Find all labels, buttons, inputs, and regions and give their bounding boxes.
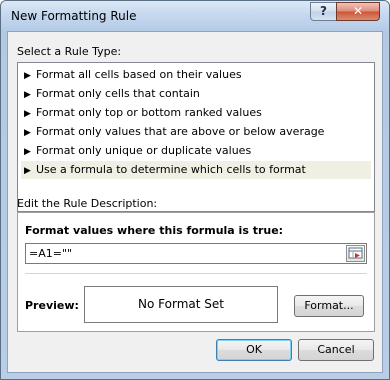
formula-label: Format values where this formula is true…: [25, 224, 284, 237]
rule-type-item[interactable]: ▶ Format all cells based on their values: [21, 66, 371, 84]
preview-label: Preview:: [25, 299, 79, 312]
rule-type-list[interactable]: ▶ Format all cells based on their values …: [17, 62, 375, 212]
triangle-right-icon: ▶: [24, 90, 31, 100]
ok-button[interactable]: OK: [216, 339, 292, 361]
close-button[interactable]: ✕: [336, 2, 380, 21]
range-select-icon[interactable]: [346, 245, 365, 262]
divider: [25, 273, 367, 274]
description-heading: Edit the Rule Description:: [17, 197, 158, 210]
title-bar[interactable]: New Formatting Rule ? ✕: [1, 1, 389, 31]
format-button[interactable]: Format...: [294, 295, 364, 317]
triangle-right-icon: ▶: [24, 128, 31, 138]
triangle-right-icon: ▶: [24, 166, 31, 176]
preview-box: No Format Set: [84, 286, 278, 323]
rule-type-heading: Select a Rule Type:: [17, 45, 122, 58]
cancel-button[interactable]: Cancel: [298, 339, 374, 361]
dialog-client-area: Select a Rule Type: ▶ Format all cells ba…: [7, 31, 383, 373]
help-button[interactable]: ?: [310, 2, 337, 21]
rule-type-item[interactable]: ▶ Format only unique or duplicate values: [21, 142, 371, 160]
rule-type-item[interactable]: ▶ Format only cells that contain: [21, 85, 371, 103]
rule-description-panel: Format values where this formula is true…: [17, 212, 375, 332]
triangle-right-icon: ▶: [24, 109, 31, 119]
rule-type-item[interactable]: ▶ Format only top or bottom ranked values: [21, 104, 371, 122]
dialog-window: New Formatting Rule ? ✕ Select a Rule Ty…: [0, 0, 390, 380]
triangle-right-icon: ▶: [24, 147, 31, 157]
rule-type-item-selected[interactable]: ▶ Use a formula to determine which cells …: [21, 161, 371, 179]
formula-input[interactable]: =A1="": [25, 243, 367, 264]
triangle-right-icon: ▶: [24, 71, 31, 81]
rule-type-item[interactable]: ▶ Format only values that are above or be…: [21, 123, 371, 141]
dialog-title: New Formatting Rule: [11, 9, 137, 23]
